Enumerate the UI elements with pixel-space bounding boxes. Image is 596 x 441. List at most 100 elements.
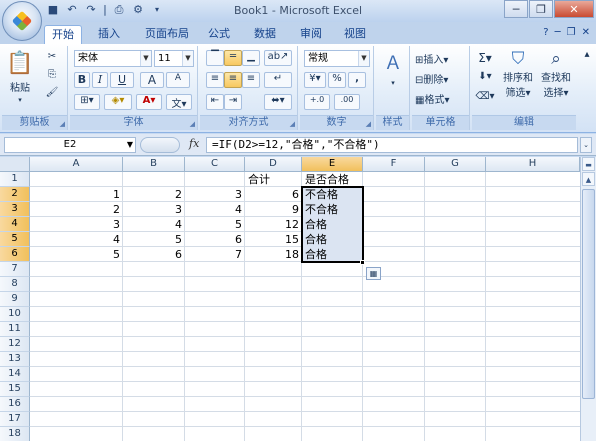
wrap-text-icon[interactable]: ↵ (264, 72, 292, 88)
cell-c3[interactable]: 4 (185, 202, 245, 217)
cell-a6[interactable]: 5 (30, 247, 123, 262)
paste-button[interactable]: 📋 粘贴 ▾ (4, 48, 36, 110)
cell-b3[interactable]: 3 (123, 202, 185, 217)
row-header[interactable]: 17 (0, 412, 30, 427)
row-header[interactable]: 10 (0, 307, 30, 322)
styles-button[interactable]: Ａ ▾ (378, 50, 408, 110)
formula-controls[interactable] (140, 137, 180, 153)
select-all-corner[interactable] (0, 157, 30, 172)
cell-c5[interactable]: 6 (185, 232, 245, 247)
minimize-icon[interactable]: ─ (504, 0, 528, 18)
cell-a4[interactable]: 3 (30, 217, 123, 232)
row-header[interactable]: 7 (0, 262, 30, 277)
number-launcher-icon[interactable]: ◢ (366, 120, 371, 128)
tab-insert[interactable]: 插入 (92, 25, 126, 44)
insert-function-icon[interactable]: fx (189, 137, 199, 150)
column-header-f[interactable]: F (363, 157, 425, 172)
percent-button[interactable]: % (328, 72, 346, 88)
cell-b2[interactable]: 2 (123, 187, 185, 202)
align-right-icon[interactable]: ≡ (242, 72, 260, 88)
close-icon[interactable]: ✕ (554, 0, 594, 18)
clear-icon[interactable]: ⌫▾ (474, 90, 496, 106)
scroll-split-icon[interactable]: ▬ (582, 157, 595, 171)
office-button[interactable] (2, 1, 42, 41)
ribbon-scroll-icon[interactable]: ▴ (580, 48, 594, 64)
cell-a3[interactable]: 2 (30, 202, 123, 217)
align-middle-icon[interactable]: ═ (224, 50, 242, 66)
chevron-down-icon[interactable]: ▼ (127, 138, 133, 152)
row-header[interactable]: 6 (0, 247, 30, 262)
tab-page-layout[interactable]: 页面布局 (138, 25, 196, 44)
worksheet-grid[interactable]: A B C D E F G H 1 2 3 4 5 6 7 8 9 10 11 12 13 14 15 16 1… (0, 157, 596, 441)
row-header[interactable]: 18 (0, 427, 30, 441)
bold-button[interactable]: B (74, 72, 90, 88)
increase-decimal-icon[interactable]: +.0 (304, 94, 330, 110)
cell-b6[interactable]: 6 (123, 247, 185, 262)
cell-d4[interactable]: 12 (245, 217, 302, 232)
font-color-icon[interactable]: A▾ (136, 94, 162, 110)
cell-d5[interactable]: 15 (245, 232, 302, 247)
tab-review[interactable]: 审阅 (294, 25, 328, 44)
cell-d2[interactable]: 6 (245, 187, 302, 202)
cell-d3[interactable]: 9 (245, 202, 302, 217)
increase-indent-icon[interactable]: ⇥ (224, 94, 242, 110)
cell-a5[interactable]: 4 (30, 232, 123, 247)
row-header[interactable]: 15 (0, 382, 30, 397)
cell-d6[interactable]: 18 (245, 247, 302, 262)
row-header[interactable]: 12 (0, 337, 30, 352)
cell-e1[interactable]: 是否合格 (302, 172, 363, 187)
alignment-launcher-icon[interactable]: ◢ (290, 120, 295, 128)
format-painter-icon[interactable]: 🖌 (42, 86, 62, 102)
clipboard-launcher-icon[interactable]: ◢ (60, 120, 65, 128)
merge-center-icon[interactable]: ⬌▾ (264, 94, 292, 110)
row-header[interactable]: 16 (0, 397, 30, 412)
font-size-select[interactable]: 11 ▼ (154, 50, 194, 67)
phonetic-button[interactable]: 文▾ (166, 94, 192, 110)
ribbon-close-icon[interactable]: ✕ (582, 27, 590, 38)
row-header[interactable]: 5 (0, 232, 30, 247)
align-top-icon[interactable]: ▔ (206, 50, 224, 66)
align-center-icon[interactable]: ≡ (224, 72, 242, 88)
number-format-select[interactable]: 常规 ▼ (304, 50, 370, 67)
ribbon-minimize-icon[interactable]: ─ (555, 27, 561, 38)
row-header[interactable]: 8 (0, 277, 30, 292)
fill-color-icon[interactable]: ◈▾ (104, 94, 132, 110)
row-header[interactable]: 3 (0, 202, 30, 217)
italic-button[interactable]: I (92, 72, 108, 88)
cell-b4[interactable]: 4 (123, 217, 185, 232)
row-header[interactable]: 4 (0, 217, 30, 232)
tab-view[interactable]: 视图 (338, 25, 372, 44)
font-name-select[interactable]: 宋体 ▼ (74, 50, 152, 67)
tab-data[interactable]: 数据 (248, 25, 282, 44)
insert-cells-button[interactable]: ⊞插入▾ (414, 50, 468, 66)
column-header-b[interactable]: B (123, 157, 185, 172)
cut-icon[interactable]: ✂ (42, 50, 62, 66)
grow-font-button[interactable]: A (140, 72, 164, 88)
column-header-d[interactable]: D (245, 157, 302, 172)
help-icon[interactable]: ? (543, 27, 548, 38)
decrease-indent-icon[interactable]: ⇤ (206, 94, 224, 110)
cell-d1[interactable]: 合计 (245, 172, 302, 187)
borders-icon[interactable]: ⊞▾ (74, 94, 100, 110)
comma-button[interactable]: , (348, 72, 366, 88)
scroll-thumb[interactable] (582, 189, 595, 399)
column-header-h[interactable]: H (486, 157, 580, 172)
scroll-up-icon[interactable]: ▲ (582, 172, 595, 186)
column-header-g[interactable]: G (425, 157, 486, 172)
formula-input[interactable]: =IF(D2>=12,"合格","不合格") (206, 137, 578, 153)
column-header-a[interactable]: A (30, 157, 123, 172)
currency-icon[interactable]: ¥▾ (304, 72, 326, 88)
row-header[interactable]: 13 (0, 352, 30, 367)
column-header-e[interactable]: E (302, 157, 363, 172)
expand-formula-bar-icon[interactable]: ⌄ (580, 137, 592, 153)
decrease-decimal-icon[interactable]: .00 (334, 94, 360, 110)
align-left-icon[interactable]: ≡ (206, 72, 224, 88)
delete-cells-button[interactable]: ⊟删除▾ (414, 70, 468, 86)
row-header[interactable]: 11 (0, 322, 30, 337)
name-box[interactable]: E2 ▼ (4, 137, 136, 153)
sort-filter-button[interactable]: ⛉ 排序和 筛选▾ (500, 48, 536, 110)
copy-icon[interactable]: ⎘ (42, 68, 62, 84)
cell-c4[interactable]: 5 (185, 217, 245, 232)
row-header[interactable]: 2 (0, 187, 30, 202)
autosum-icon[interactable]: Σ▾ (474, 50, 496, 66)
